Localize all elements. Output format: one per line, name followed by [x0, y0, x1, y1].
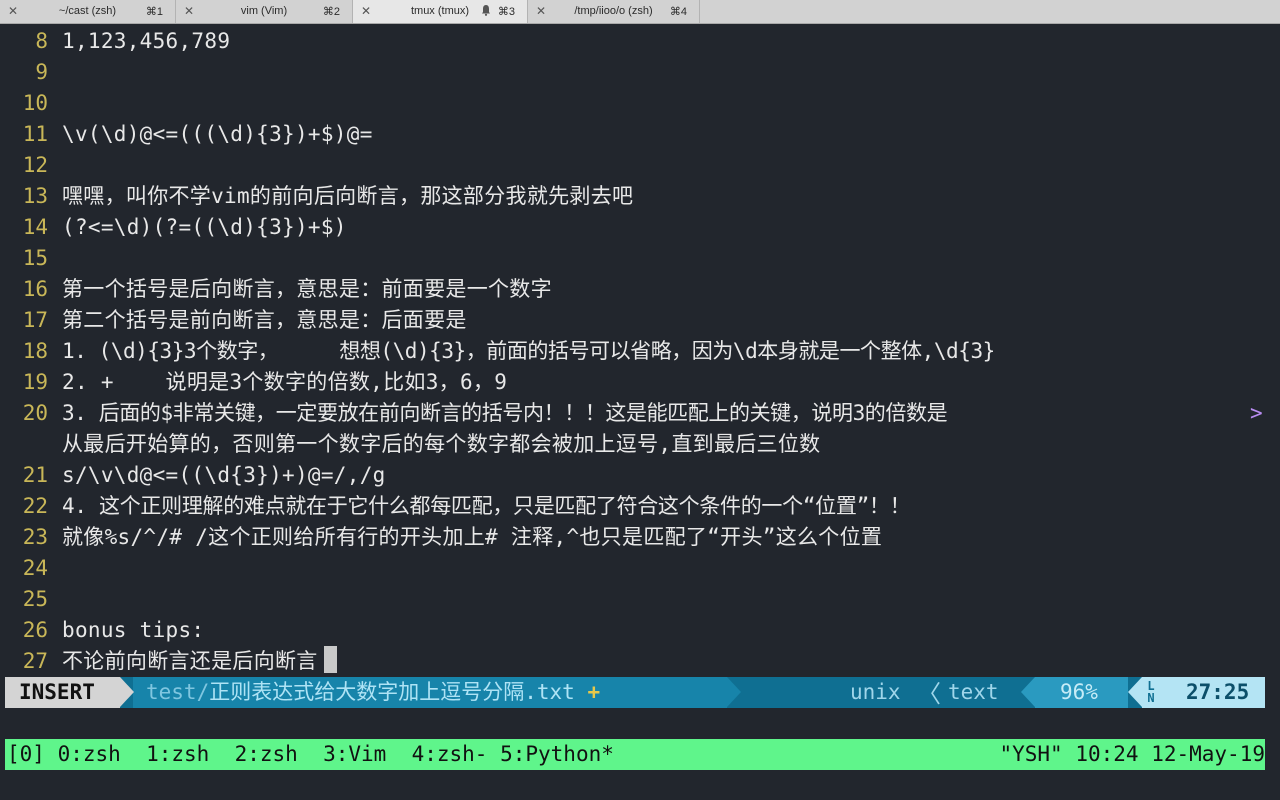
cursor-position: 27:25 [1186, 680, 1250, 704]
line-number: 13 [22, 184, 48, 208]
tmux-window-list[interactable]: [0] 0:zsh 1:zsh 2:zsh 3:Vim 4:zsh- 5:Pyt… [7, 739, 614, 770]
line-number: 17 [22, 308, 48, 332]
tmux-host-clock: "YSH" 10:24 12-May-19 [999, 742, 1265, 766]
line-number: 18 [22, 339, 48, 363]
tab-shortcut: ⌘3 [497, 6, 515, 18]
line-number: 9 [35, 60, 48, 84]
text-cursor [323, 646, 337, 673]
mode-separator [120, 677, 134, 707]
editor-line: 9 [0, 57, 1280, 88]
editor-line: 18 1. (\d){3}3个数字， 想想(\d){3}，前面的括号可以省略，因… [0, 336, 1280, 367]
editor-line: 14 (?<=\d)(?=((\d){3})+$) [0, 212, 1280, 243]
line-number: 27 [22, 649, 48, 673]
tab-tmp-zsh[interactable]: ✕ /tmp/iioo/o (zsh) ⌘4 [528, 0, 700, 23]
file-format: unix [850, 680, 901, 704]
line-number: 22 [22, 494, 48, 518]
tab-cast-zsh[interactable]: ✕ ~/cast (zsh) ⌘1 [0, 0, 176, 23]
editor-line: 16 第一个括号是后向断言，意思是：前面要是一个数字 [0, 274, 1280, 305]
editor-line: 11 \v(\d)@<=(((\d){3})+$)@= [0, 119, 1280, 150]
vim-statusline: INSERT test/正则表达式给大数字加上逗号分隔.txt + unix 〈… [5, 677, 1265, 708]
line-text[interactable]: 2. + 说明是3个数字的倍数,比如3，6，9 [62, 367, 507, 398]
editor-line: 20 3. 后面的$非常关键，一定要放在前向断言的括号内！！！这是能匹配上的关键… [0, 398, 1280, 429]
editor-line: 17 第二个括号是前向断言，意思是：后面要是 [0, 305, 1280, 336]
modified-flag: + [587, 680, 601, 704]
line-number: 8 [35, 29, 48, 53]
line-number: 15 [22, 246, 48, 270]
line-number: 21 [22, 463, 48, 487]
line-number: 23 [22, 525, 48, 549]
tab-tmux[interactable]: ✕ tmux (tmux) ⌘3 [353, 0, 528, 23]
editor-line: 10 [0, 88, 1280, 119]
tab-shortcut: ⌘2 [322, 6, 340, 18]
line-text[interactable]: 第一个括号是后向断言，意思是：前面要是一个数字 [62, 274, 552, 305]
line-text-content[interactable]: 不论前向断言还是后向断言 [62, 649, 318, 673]
line-text[interactable]: bonus tips: [62, 615, 204, 646]
editor-line: 22 4. 这个正则理解的难点就在于它什么都每匹配，只是匹配了符合这个条件的一个… [0, 491, 1280, 522]
ln-icon-n: N [1147, 691, 1155, 705]
mode-indicator: INSERT [5, 677, 120, 708]
line-number: 14 [22, 215, 48, 239]
line-text[interactable]: \v(\d)@<=(((\d){3})+$)@= [62, 119, 373, 150]
editor-line: 21 s/\v\d@<=((\d{3})+)@=/,/g [0, 460, 1280, 491]
wrap-marker: > [1250, 401, 1263, 425]
line-text[interactable]: 嘿嘿，叫你不学vim的前向后向断言，那这部分我就先剥去吧 [62, 181, 633, 212]
editor-line: 19 2. + 说明是3个数字的倍数,比如3，6，9 [0, 367, 1280, 398]
tmux-status-bar: [0] 0:zsh 1:zsh 2:zsh 3:Vim 4:zsh- 5:Pyt… [5, 739, 1265, 770]
line-text[interactable]: 第二个括号是前向断言，意思是：后面要是 [62, 305, 467, 336]
filename-separator [727, 677, 741, 707]
line-text[interactable]: 3. 后面的$非常关键，一定要放在前向断言的括号内！！！这是能匹配上的关键，说明… [62, 398, 948, 429]
editor-line: 15 [0, 243, 1280, 274]
terminal-tab-bar: ✕ ~/cast (zsh) ⌘1 ✕ vim (Vim) ⌘2 ✕ tmux … [0, 0, 1280, 24]
tab-shortcut: ⌘1 [145, 6, 163, 18]
thin-separator: 〈 [917, 680, 941, 708]
line-text[interactable]: 1,123,456,789 [62, 26, 230, 57]
editor-line-current: 27 不论前向断言还是后向断言 [0, 646, 1280, 677]
bell-icon [482, 5, 490, 16]
vim-editor[interactable]: 8 1,123,456,789 9 10 11 \v(\d)@<=(((\d){… [0, 26, 1280, 676]
tab-shortcut: ⌘4 [669, 6, 687, 18]
line-number: 26 [22, 618, 48, 642]
scroll-percent: 96% [1060, 680, 1098, 704]
line-text[interactable]: 4. 这个正则理解的难点就在于它什么都每匹配，只是匹配了符合这个条件的一个“位置… [62, 491, 911, 522]
line-number: 24 [22, 556, 48, 580]
editor-line: 25 [0, 584, 1280, 615]
line-text[interactable]: 从最后开始算的，否则第一个数字后的每个数字都会被加上逗号,直到最后三位数 [62, 429, 820, 460]
editor-line-wrapped: 从最后开始算的，否则第一个数字后的每个数字都会被加上逗号,直到最后三位数 [0, 429, 1280, 460]
line-number: 10 [22, 91, 48, 115]
line-text[interactable]: 1. (\d){3}3个数字， 想想(\d){3}，前面的括号可以省略，因为\d… [62, 336, 995, 367]
line-text[interactable]: s/\v\d@<=((\d{3})+)@=/,/g [62, 460, 386, 491]
file-name: 正则表达式给大数字加上逗号分隔.txt [209, 680, 575, 704]
tab-vim[interactable]: ✕ vim (Vim) ⌘2 [176, 0, 353, 23]
line-number: 16 [22, 277, 48, 301]
editor-line: 12 [0, 150, 1280, 181]
line-number: 20 [22, 401, 48, 425]
editor-line: 26 bonus tips: [0, 615, 1280, 646]
line-number: 12 [22, 153, 48, 177]
editor-line: 23 就像%s/^/# /这个正则给所有行的开头加上# 注释,^也只是匹配了“开… [0, 522, 1280, 553]
position-separator [1128, 677, 1142, 707]
editor-line: 24 [0, 553, 1280, 584]
file-path: test/正则表达式给大数字加上逗号分隔.txt + [146, 677, 600, 708]
line-number: 19 [22, 370, 48, 394]
line-number: 11 [22, 122, 48, 146]
file-dir: test/ [146, 680, 210, 704]
line-text[interactable]: 就像%s/^/# /这个正则给所有行的开头加上# 注释,^也只是匹配了“开头”这… [62, 522, 882, 553]
line-number: 25 [22, 587, 48, 611]
line-text[interactable]: (?<=\d)(?=((\d){3})+$) [62, 212, 347, 243]
editor-line: 8 1,123,456,789 [0, 26, 1280, 57]
line-number-icon: LN [1144, 680, 1158, 704]
line-text[interactable]: 不论前向断言还是后向断言 [62, 646, 337, 677]
percent-separator [1021, 677, 1035, 707]
editor-line: 13 嘿嘿，叫你不学vim的前向后向断言，那这部分我就先剥去吧 [0, 181, 1280, 212]
file-type: text [948, 680, 999, 704]
